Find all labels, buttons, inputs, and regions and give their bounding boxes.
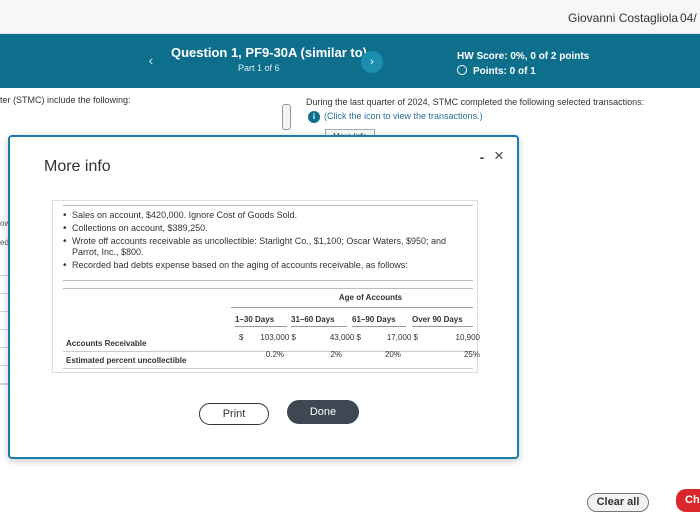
column-header-over-90: Over 90 Days xyxy=(412,315,463,324)
more-info-modal: More info - × Sales on account, $420,000… xyxy=(8,135,519,459)
column-underline xyxy=(291,326,347,327)
table-bottom-rule xyxy=(63,368,473,369)
table-top-rule-2 xyxy=(63,288,473,289)
close-icon[interactable]: × xyxy=(491,147,507,164)
top-strip: Giovanni Costagliola 04/ xyxy=(0,0,700,34)
table-cell: 43,000 $ xyxy=(329,333,361,342)
transaction-item: Sales on account, $420,000. Ignore Cost … xyxy=(63,210,473,221)
table-cell: 25% xyxy=(463,350,480,359)
table-top-rule xyxy=(63,280,473,281)
print-button[interactable]: Print xyxy=(199,403,269,425)
minimize-icon[interactable]: - xyxy=(476,150,488,164)
transaction-item: Collections on account, $389,250. xyxy=(63,223,473,234)
table-cell: 10,900 xyxy=(455,333,480,342)
column-underline xyxy=(412,326,473,327)
date-fragment: 04/ xyxy=(680,11,697,25)
panel-top-rule xyxy=(63,205,473,206)
problem-left-text: ter (STMC) include the following: xyxy=(0,95,131,105)
column-header-31-60: 31–60 Days xyxy=(291,315,335,324)
hw-score: HW Score: 0%, 0 of 2 points xyxy=(457,51,590,62)
table-cell: 0.2% xyxy=(265,350,284,359)
table-cell: 17,000 $ xyxy=(386,333,418,342)
table-cell: 103,000 $ xyxy=(260,333,296,342)
user-name: Giovanni Costagliola xyxy=(568,11,679,25)
modal-title: More info xyxy=(44,158,111,175)
check-answer-button[interactable]: Ch xyxy=(676,489,700,512)
panel-resize-handle[interactable] xyxy=(282,104,291,130)
question-part: Part 1 of 6 xyxy=(238,63,280,73)
circle-icon xyxy=(457,65,467,75)
click-icon-instruction: (Click the icon to view the transactions… xyxy=(324,111,483,121)
column-underline xyxy=(352,326,406,327)
row-label-accounts-receivable: Accounts Receivable xyxy=(66,339,147,348)
transaction-item: Wrote off accounts receivable as uncolle… xyxy=(63,236,473,258)
points-row: Points: 0 of 1 xyxy=(457,65,536,77)
column-underline xyxy=(235,326,287,327)
column-header-1-30: 1–30 Days xyxy=(235,315,275,324)
chevron-right-icon[interactable]: › xyxy=(361,51,383,73)
transaction-list: Sales on account, $420,000. Ignore Cost … xyxy=(63,210,473,273)
age-of-accounts-header: Age of Accounts xyxy=(338,293,403,302)
transactions-intro-text: During the last quarter of 2024, STMC co… xyxy=(306,97,645,107)
chevron-left-icon[interactable]: ‹ xyxy=(141,50,161,70)
points-text: Points: 0 of 1 xyxy=(473,66,536,77)
age-header-rule xyxy=(231,307,473,308)
column-header-61-90: 61–90 Days xyxy=(352,315,396,324)
table-cell-prefix: $ xyxy=(239,333,244,342)
info-icon[interactable]: i xyxy=(308,111,320,123)
row-label-estimated-percent: Estimated percent uncollectible xyxy=(66,356,187,365)
question-title: Question 1, PF9-30A (similar to) xyxy=(171,45,368,60)
transactions-panel: Sales on account, $420,000. Ignore Cost … xyxy=(52,200,480,373)
table-cell: 2% xyxy=(330,350,342,359)
clear-all-button[interactable]: Clear all xyxy=(587,493,649,512)
question-bar: ‹ Question 1, PF9-30A (similar to) Part … xyxy=(0,34,700,88)
transaction-item: Recorded bad debts expense based on the … xyxy=(63,260,473,271)
done-button[interactable]: Done xyxy=(287,400,359,424)
table-cell: 20% xyxy=(384,350,401,359)
